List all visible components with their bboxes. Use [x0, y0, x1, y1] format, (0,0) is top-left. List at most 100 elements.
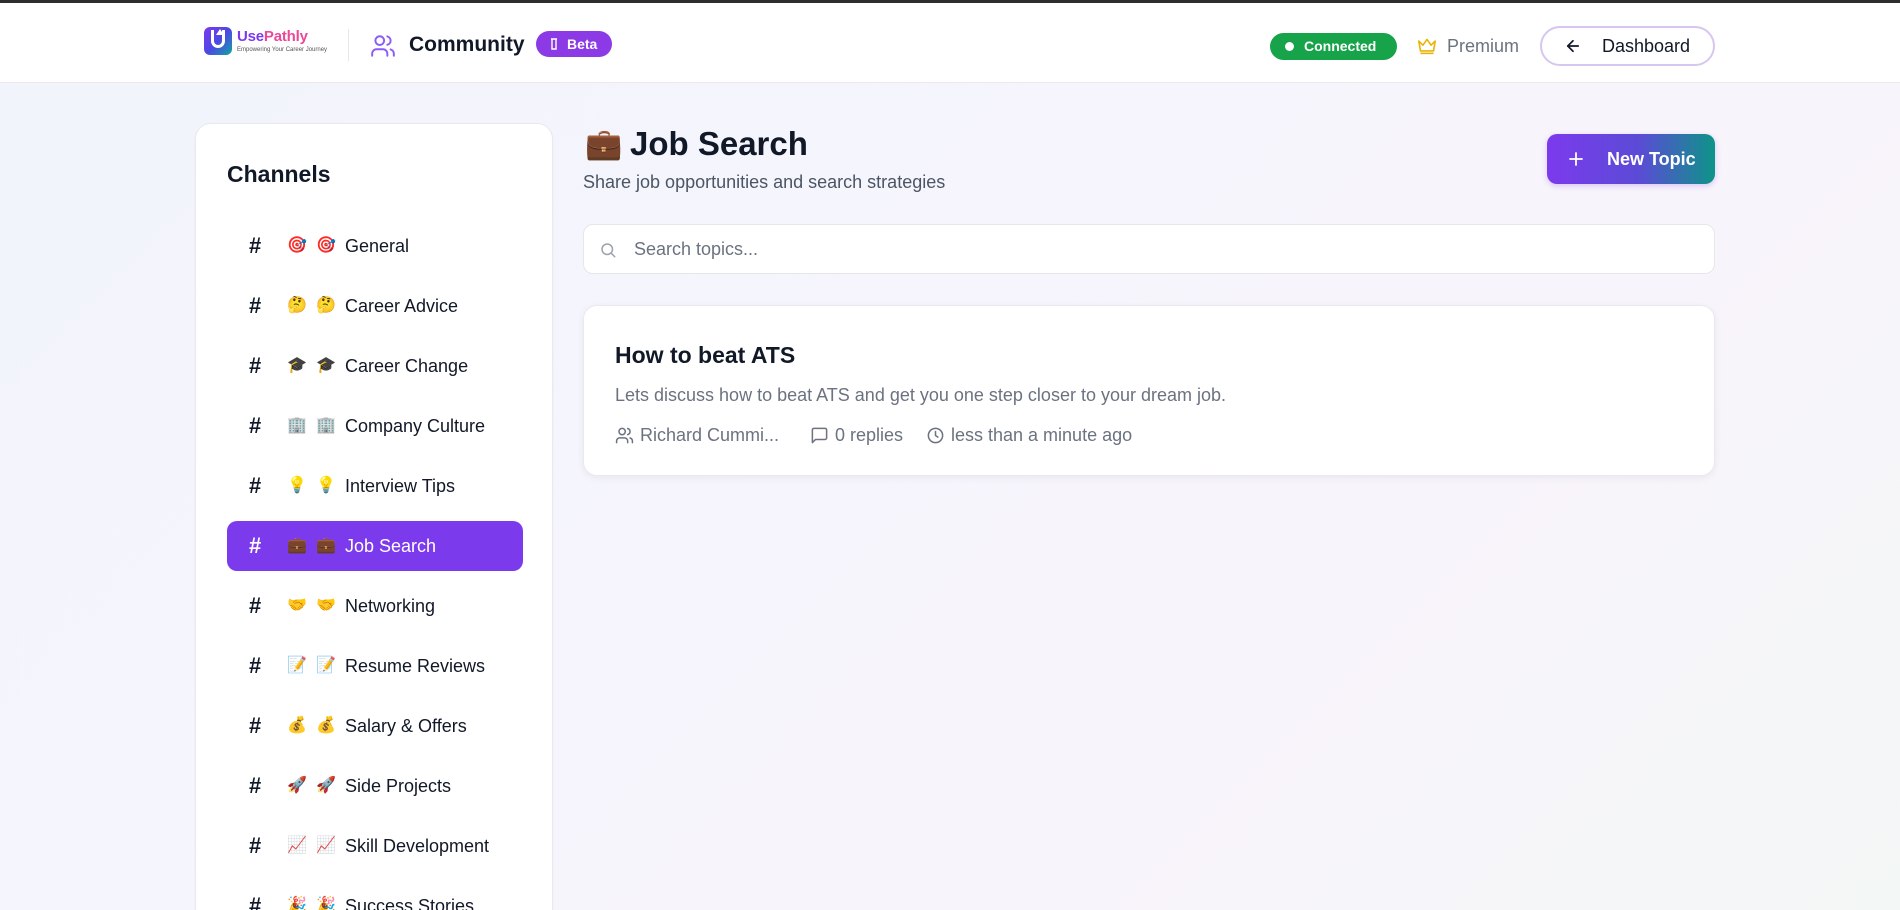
channel-emoji-icon: 🚀: [316, 777, 336, 794]
channel-emoji-icon: 🤝: [316, 597, 336, 614]
channel-emoji-icon: 💡: [316, 477, 336, 494]
channel-item-active[interactable]: # 💼 💼 Job Search: [227, 521, 523, 571]
time-ago: less than a minute ago: [951, 425, 1133, 445]
channel-label: Career Advice: [345, 296, 459, 316]
channel-emoji-icon: 🎯: [287, 237, 307, 254]
dashboard-label: Dashboard: [1602, 36, 1691, 56]
app-header: UsePathly Empowering Your Career Journey…: [0, 3, 1900, 83]
flask-icon: [551, 38, 557, 50]
users-icon: [371, 35, 395, 57]
topic-description: Lets discuss how to beat ATS and get you…: [615, 385, 1227, 405]
channel-item[interactable]: # 🎯 🎯 General: [227, 221, 523, 271]
channel-emoji-icon: 🎯: [316, 237, 336, 254]
crown-icon: [1418, 38, 1436, 55]
author-name: Richard Cummi...: [640, 425, 780, 445]
topic-title[interactable]: How to beat ATS: [615, 340, 795, 370]
channel-label: Salary & Offers: [345, 716, 467, 736]
new-topic-label: New Topic: [1607, 149, 1696, 169]
channel-label: Resume Reviews: [345, 656, 486, 676]
search-bar: [583, 224, 1715, 274]
hash-icon: #: [249, 473, 262, 498]
channel-list: # 🎯 🎯 General # 🤔 🤔 Career Advice # 🎓 🎓 Career Ch…: [227, 221, 523, 910]
hash-icon: #: [249, 353, 262, 378]
status-dot-icon: [1285, 42, 1294, 51]
channel-emoji-icon: 🏢: [287, 417, 307, 434]
channel-label: General: [345, 236, 410, 256]
header-divider: [348, 29, 349, 61]
channel-emoji-icon: 🎉: [287, 897, 307, 910]
channel-item[interactable]: # 🚀 🚀 Side Projects: [227, 761, 523, 811]
replies-count: 0 replies: [835, 425, 904, 445]
channel-item[interactable]: # 📈 📈 Skill Development: [227, 821, 523, 871]
plus-icon: [1569, 152, 1583, 166]
channel-emoji-icon: 🤔: [287, 297, 307, 314]
channel-item[interactable]: # 🤔 🤔 Career Advice: [227, 281, 523, 331]
channel-emoji-icon: 💰: [287, 717, 307, 734]
dashboard-button[interactable]: Dashboard: [1540, 26, 1715, 66]
connection-status-badge: Connected: [1270, 33, 1397, 60]
message-square-icon: [811, 427, 828, 444]
hash-icon: #: [249, 293, 262, 318]
channel-item[interactable]: # 🏢 🏢 Company Culture: [227, 401, 523, 451]
channel-item[interactable]: # 📝 📝 Resume Reviews: [227, 641, 523, 691]
premium-link[interactable]: Premium: [1447, 35, 1519, 57]
channels-heading: Channels: [227, 161, 331, 187]
hash-icon: #: [249, 713, 262, 738]
channel-emoji-icon: 📝: [316, 657, 336, 674]
hash-icon: #: [249, 233, 262, 258]
channel-label: Side Projects: [345, 776, 452, 796]
hash-icon: #: [249, 413, 262, 438]
channel-emoji-icon: 🎓: [316, 357, 336, 374]
channels-sidebar: Channels # 🎯 🎯 General # 🤔 🤔 Career Advice # 🎓 🎓…: [195, 123, 553, 910]
hash-icon: #: [249, 893, 262, 910]
channel-emoji-icon: 🚀: [287, 777, 307, 794]
logo-mark-icon: [204, 27, 232, 55]
connection-status-label: Connected: [1304, 38, 1377, 54]
channel-item[interactable]: # 💡 💡 Interview Tips: [227, 461, 523, 511]
channel-emoji-icon: 💼: [316, 537, 336, 554]
logo-wordmark: UsePathly: [237, 28, 308, 45]
usepathly-logo[interactable]: UsePathly Empowering Your Career Journey: [204, 27, 327, 59]
clock-icon: [927, 427, 944, 444]
channel-emoji-icon: 📈: [287, 837, 307, 854]
topic-card[interactable]: How to beat ATS Lets discuss how to beat…: [583, 305, 1715, 476]
channel-emoji-icon: 💡: [287, 477, 307, 494]
channel-emoji-icon: 🤝: [287, 597, 307, 614]
channel-emoji-icon: 🎉: [316, 897, 336, 910]
channel-label: Job Search: [345, 536, 437, 556]
channel-label: Company Culture: [345, 416, 486, 436]
channel-label: Interview Tips: [345, 476, 456, 496]
hash-icon: #: [249, 533, 262, 558]
channel-item[interactable]: # 💰 💰 Salary & Offers: [227, 701, 523, 751]
new-topic-button[interactable]: New Topic: [1547, 134, 1715, 184]
hash-icon: #: [249, 593, 262, 618]
search-input[interactable]: [634, 225, 1704, 273]
arrow-left-icon: [1566, 39, 1580, 53]
channel-emoji-icon: 📈: [316, 837, 336, 854]
channel-emoji-icon: 📝: [287, 657, 307, 674]
hash-icon: #: [249, 773, 262, 798]
channel-label: Networking: [345, 596, 436, 616]
beta-badge: Beta: [536, 31, 612, 57]
search-icon: [601, 243, 616, 258]
channel-label: Success Stories: [345, 896, 475, 910]
channel-label: Skill Development: [345, 836, 490, 856]
channel-emoji-icon: 🎓: [287, 357, 307, 374]
channel-item[interactable]: # 🎓 🎓 Career Change: [227, 341, 523, 391]
channel-emoji-icon: 🤔: [316, 297, 336, 314]
beta-label: Beta: [567, 36, 598, 52]
channel-emoji-icon: 💰: [316, 717, 336, 734]
hash-icon: #: [249, 653, 262, 678]
channel-label: Career Change: [345, 356, 469, 376]
users-icon: [615, 427, 634, 444]
channel-title: Job Search: [630, 125, 808, 162]
channel-emoji-icon: 💼: [287, 537, 307, 554]
channel-item[interactable]: # 🤝 🤝 Networking: [227, 581, 523, 631]
channel-item[interactable]: # 🎉 🎉 Success Stories: [227, 881, 523, 910]
logo-tagline: Empowering Your Career Journey: [237, 47, 328, 53]
channel-description: Share job opportunities and search strat…: [583, 172, 946, 192]
briefcase-icon: 💼: [585, 128, 623, 161]
hash-icon: #: [249, 833, 262, 858]
page-section-title: Community: [409, 33, 525, 56]
channel-emoji-icon: 🏢: [316, 417, 336, 434]
